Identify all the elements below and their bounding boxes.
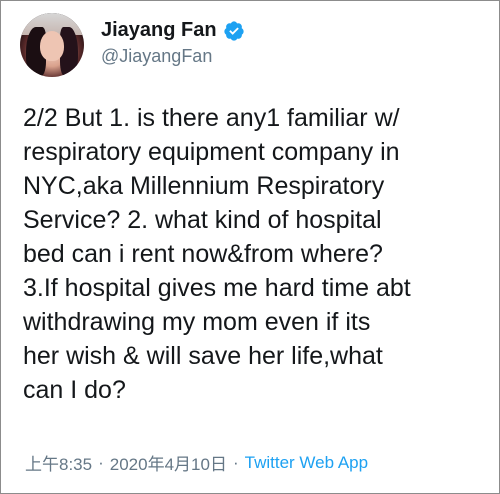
avatar-face xyxy=(40,31,64,61)
tweet-date[interactable]: 2020年4月10日 xyxy=(110,450,227,475)
tweet-source-link[interactable]: Twitter Web App xyxy=(245,453,368,473)
verified-badge-icon xyxy=(223,20,244,41)
tweet-time[interactable]: 上午8:35 xyxy=(25,450,92,475)
tweet-card: Jiayang Fan @JiayangFan 2/2 But 1. is th… xyxy=(0,0,500,494)
author-avatar[interactable] xyxy=(20,13,84,77)
author-name[interactable]: Jiayang Fan xyxy=(101,19,217,42)
author-handle[interactable]: @JiayangFan xyxy=(101,46,212,67)
tweet-text: 2/2 But 1. is there any1 familiar w/ res… xyxy=(23,104,411,404)
meta-separator-2: · xyxy=(232,452,239,472)
author-name-row: Jiayang Fan xyxy=(101,19,245,42)
meta-separator: · xyxy=(98,452,104,472)
tweet-metadata: 上午8:35 · 2020年4月10日 · Twitter Web App xyxy=(25,450,368,475)
